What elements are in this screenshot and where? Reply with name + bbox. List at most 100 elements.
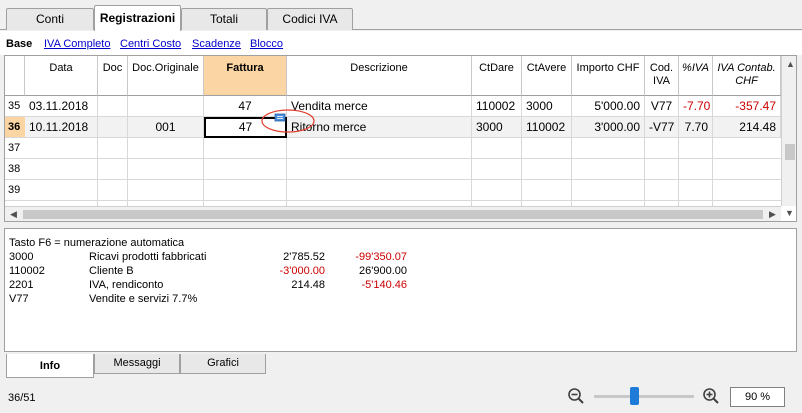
col-header-importo[interactable]: Importo CHF xyxy=(572,56,645,96)
view-base[interactable]: Base xyxy=(6,38,32,50)
info-desc: Ricavi prodotti fabbricati xyxy=(89,251,207,263)
info-code: 110002 xyxy=(9,265,45,277)
info-code: 3000 xyxy=(9,251,34,263)
info-hint: Tasto F6 = numerazione automatica xyxy=(9,237,185,249)
header-label: CHF xyxy=(735,75,758,87)
grid-line xyxy=(712,138,713,206)
row-counter: 36/51 xyxy=(8,392,36,404)
info-desc: Cliente B xyxy=(89,265,134,277)
grid-line xyxy=(644,138,645,206)
cell-data[interactable]: 03.11.2018 xyxy=(25,96,98,117)
view-blocco[interactable]: Blocco xyxy=(250,38,283,50)
scroll-left-icon[interactable]: ◀ xyxy=(10,209,17,220)
tab-label: Registrazioni xyxy=(99,11,176,25)
tab-label: Totali xyxy=(209,12,238,26)
cell-doc-originale[interactable] xyxy=(128,96,204,117)
row-number-header xyxy=(5,56,25,96)
col-header-iva-contab[interactable]: IVA Contab. CHF xyxy=(713,56,781,96)
header-label: Doc xyxy=(102,62,123,74)
info-balance: -99'350.07 xyxy=(355,251,407,263)
main-tabs: Conti Registrazioni Totali Codici IVA xyxy=(0,0,802,31)
row-number[interactable]: 36 xyxy=(5,117,25,138)
info-balance: -5'140.46 xyxy=(361,279,407,291)
horizontal-scroll-thumb[interactable] xyxy=(23,210,763,219)
scroll-down-icon[interactable]: ▼ xyxy=(785,208,794,218)
grid-line xyxy=(571,138,572,206)
scroll-up-icon[interactable]: ▲ xyxy=(786,59,795,69)
tab-conti[interactable]: Conti xyxy=(6,8,94,30)
cell-cod-iva[interactable]: V77 xyxy=(645,96,679,117)
tab-info[interactable]: Info xyxy=(6,354,94,378)
cell-perc-iva[interactable]: 7.70 xyxy=(679,117,713,138)
col-header-perc-iva[interactable]: %IVA xyxy=(679,56,713,96)
horizontal-scrollbar[interactable]: ◀ ▶ xyxy=(5,206,781,221)
zoom-slider-thumb[interactable] xyxy=(630,387,639,405)
header-label: Fattura xyxy=(226,62,264,74)
header-label: Data xyxy=(49,62,73,74)
view-centri-costo[interactable]: Centri Costo xyxy=(120,38,181,50)
header-label: CtDare xyxy=(479,62,514,74)
grid-line xyxy=(521,138,522,206)
cell-doc[interactable] xyxy=(98,117,128,138)
cell-iva-contab[interactable]: -357.47 xyxy=(713,96,781,117)
tab-messaggi[interactable]: Messaggi xyxy=(94,354,180,374)
tab-registrazioni[interactable]: Registrazioni xyxy=(94,5,181,31)
cell-importo[interactable]: 5'000.00 xyxy=(572,96,645,117)
col-header-doc-originale[interactable]: Doc.Originale xyxy=(128,56,204,96)
cell-ctdare[interactable]: 3000 xyxy=(472,117,522,138)
col-header-ctdare[interactable]: CtDare xyxy=(472,56,522,96)
cell-cod-iva[interactable]: -V77 xyxy=(645,117,679,138)
cell-ctavere[interactable]: 3000 xyxy=(522,96,572,117)
info-panel: Tasto F6 = numerazione automatica 3000 R… xyxy=(4,228,797,352)
view-iva-completo[interactable]: IVA Completo xyxy=(44,38,110,50)
vertical-scrollbar[interactable]: ▲ xyxy=(781,56,796,206)
view-scadenze[interactable]: Scadenze xyxy=(192,38,241,50)
zoom-in-icon[interactable] xyxy=(702,387,720,405)
col-header-doc[interactable]: Doc xyxy=(98,56,128,96)
grid-line xyxy=(286,138,287,206)
zoom-level-input[interactable]: 90 % xyxy=(730,387,785,407)
info-code: 2201 xyxy=(9,279,34,291)
header-label: Importo CHF xyxy=(576,62,640,74)
col-header-fattura[interactable]: Fattura xyxy=(204,56,287,96)
header-label: %IVA xyxy=(682,62,709,74)
cell-doc[interactable] xyxy=(98,96,128,117)
zoom-out-icon[interactable] xyxy=(567,387,585,405)
header-label: IVA xyxy=(653,75,670,87)
cell-perc-iva[interactable]: -7.70 xyxy=(679,96,713,117)
vertical-scroll-thumb[interactable] xyxy=(785,144,795,160)
scroll-right-icon[interactable]: ▶ xyxy=(769,209,776,220)
header-label: CtAvere xyxy=(526,62,567,74)
highlight-ellipse xyxy=(261,109,315,133)
zoom-slider-track[interactable] xyxy=(594,395,694,398)
transactions-table: Data Doc Doc.Originale Fattura Descrizio… xyxy=(4,55,797,222)
info-amount: 214.48 xyxy=(291,279,325,291)
header-label: IVA Contab. xyxy=(717,62,776,74)
tab-codici-iva[interactable]: Codici IVA xyxy=(267,8,353,30)
cell-importo[interactable]: 3'000.00 xyxy=(572,117,645,138)
cell-ctdare[interactable]: 110002 xyxy=(472,96,522,117)
info-amount: 2'785.52 xyxy=(283,251,325,263)
cell-iva-contab[interactable]: 214.48 xyxy=(713,117,781,138)
row-number[interactable]: 39 xyxy=(5,180,25,201)
cell-doc-originale[interactable]: 001 xyxy=(128,117,204,138)
tab-label: Info xyxy=(39,360,61,372)
col-header-ctavere[interactable]: CtAvere xyxy=(522,56,572,96)
row-number[interactable]: 35 xyxy=(5,96,25,117)
tab-grafici[interactable]: Grafici xyxy=(180,354,266,374)
view-selector: Base IVA Completo Centri Costo Scadenze … xyxy=(0,31,802,55)
row-number[interactable]: 37 xyxy=(5,138,25,159)
tab-totali[interactable]: Totali xyxy=(181,8,267,30)
cell-data[interactable]: 10.11.2018 xyxy=(25,117,98,138)
document-link-icon[interactable] xyxy=(274,113,286,122)
cell-ctavere[interactable]: 110002 xyxy=(522,117,572,138)
col-header-cod-iva[interactable]: Cod. IVA xyxy=(645,56,679,96)
col-header-descrizione[interactable]: Descrizione xyxy=(287,56,472,96)
empty-rows-area[interactable] xyxy=(25,138,781,206)
status-bar: 36/51 90 % xyxy=(0,382,802,413)
col-header-data[interactable]: Data xyxy=(25,56,98,96)
header-label: Cod. xyxy=(649,62,674,74)
info-desc: IVA, rendiconto xyxy=(89,279,164,291)
row-number[interactable]: 38 xyxy=(5,159,25,180)
tab-label: Codici IVA xyxy=(282,12,338,26)
